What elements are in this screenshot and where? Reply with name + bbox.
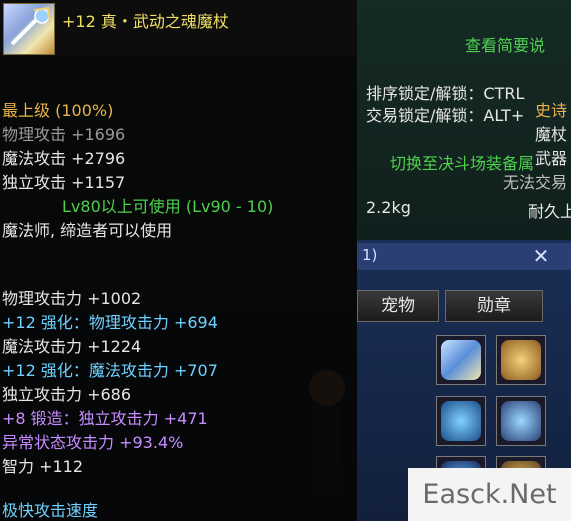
title-item-icon <box>501 340 541 380</box>
stat-mag-power: 魔法攻击力 +1224 <box>2 337 142 356</box>
abnormal-status-attack: 异常状态攻击力 +93.4% <box>2 433 184 452</box>
staff-icon <box>3 3 55 55</box>
attack-speed: 极快攻击速度 <box>2 501 99 520</box>
item-title: +12 真・武动之魂魔杖 <box>62 12 229 31</box>
item-grade: 最上级 (100%) <box>2 101 114 120</box>
armor-item-icon <box>441 401 481 441</box>
stat-mag-attack: 魔法攻击 +2796 <box>2 149 126 168</box>
staff-item-icon <box>441 340 481 380</box>
enhance-phys: +12 强化：物理攻击力 +694 <box>2 313 218 332</box>
equip-slot-weapon[interactable] <box>436 335 486 385</box>
stat-intellect: 智力 +112 <box>2 457 84 476</box>
view-summary-link[interactable]: 查看简要说 <box>465 32 571 56</box>
item-type-staff: 魔杖 <box>534 125 567 144</box>
stat-indep-attack: 独立攻击 +1157 <box>2 173 126 192</box>
item-rarity: 史诗 <box>534 101 567 120</box>
equip-slot-accessory[interactable] <box>496 396 546 446</box>
close-icon[interactable]: ✕ <box>528 244 554 268</box>
equip-slot-title[interactable] <box>496 335 546 385</box>
tradability: 无法交易 <box>502 173 567 192</box>
durability-label: 耐久上 <box>528 202 571 221</box>
necklace-item-icon <box>501 401 541 441</box>
class-requirement: 魔法师, 缔造者可以使用 <box>2 221 173 240</box>
equip-slot-top[interactable] <box>436 396 486 446</box>
tab-pet[interactable]: 宠物 <box>357 290 439 322</box>
forge-indep: +8 锻造：独立攻击力 +471 <box>2 409 208 428</box>
site-watermark: Easck.Net <box>408 468 571 521</box>
equipment-bar-text: 1) <box>362 246 378 264</box>
stat-indep-power: 独立攻击力 +686 <box>2 385 132 404</box>
tab-medal[interactable]: 勋章 <box>445 290 543 322</box>
stat-phys-attack: 物理攻击 +1696 <box>2 125 126 144</box>
stat-phys-power: 物理攻击力 +1002 <box>2 289 142 308</box>
level-requirement: Lv80以上可使用 (Lv90 - 10) <box>62 197 274 216</box>
item-type-weapon: 武器 <box>534 149 567 168</box>
enhance-mag: +12 强化：魔法攻击力 +707 <box>2 361 218 380</box>
